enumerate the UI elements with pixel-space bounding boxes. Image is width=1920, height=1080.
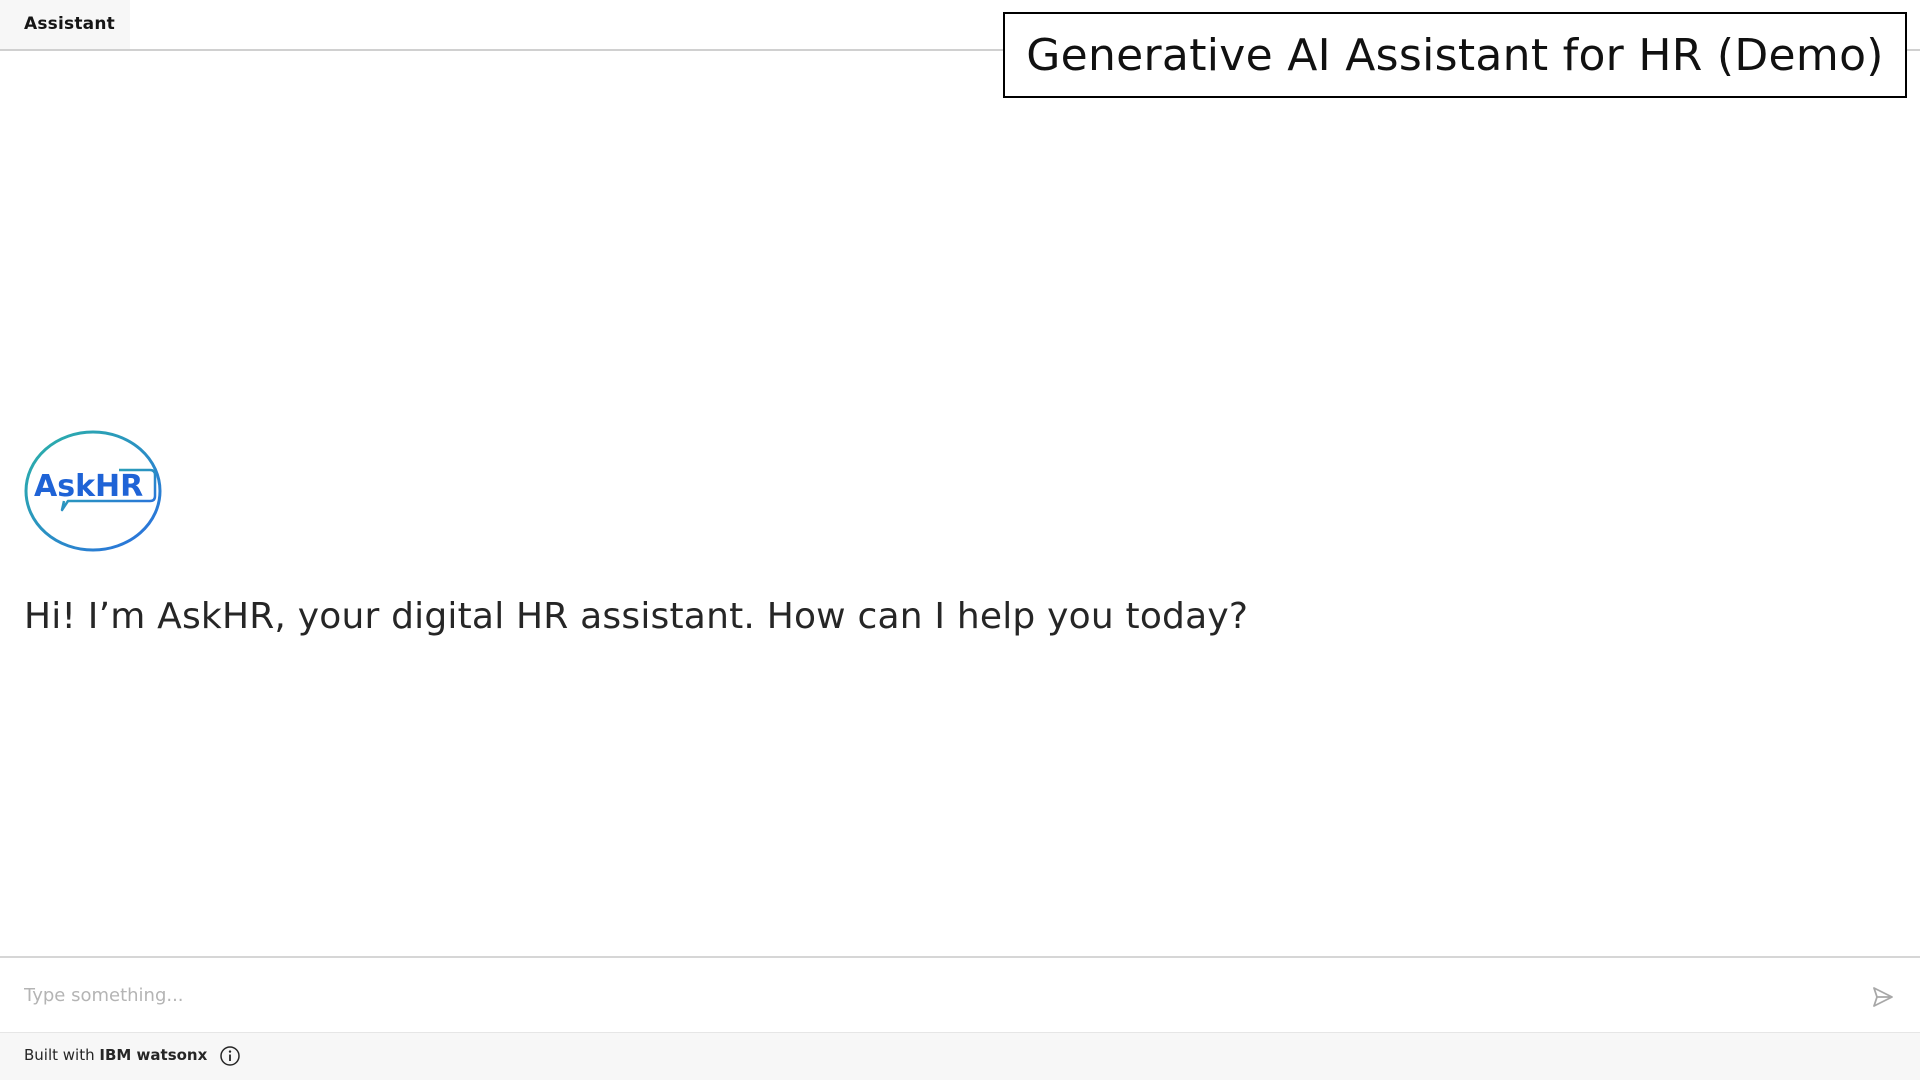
demo-caption-box: Generative AI Assistant for HR (Demo) xyxy=(1003,12,1907,98)
header-tab: Assistant xyxy=(0,0,130,49)
send-icon xyxy=(1873,987,1893,1007)
askhr-logo-icon: AskHR xyxy=(24,430,162,552)
footer-text: Built with IBM watsonx xyxy=(24,1046,207,1064)
askhr-logo-text: AskHR xyxy=(34,469,143,504)
assistant-window: Assistant Generative AI Assistant for HR… xyxy=(0,0,1920,1080)
footer: Built with IBM watsonx xyxy=(0,1032,1920,1080)
footer-brand: IBM watsonx xyxy=(99,1046,208,1064)
message-input-area xyxy=(0,956,1920,1032)
send-button[interactable] xyxy=(1870,984,1896,1010)
footer-built-with: Built with xyxy=(24,1046,95,1064)
header-title: Assistant xyxy=(24,14,115,34)
message-input[interactable] xyxy=(22,972,1846,1018)
demo-caption-text: Generative AI Assistant for HR (Demo) xyxy=(1026,29,1884,81)
assistant-greeting-message: Hi! I’m AskHR, your digital HR assistant… xyxy=(24,596,1249,637)
askhr-avatar: AskHR xyxy=(24,430,162,552)
info-icon[interactable] xyxy=(219,1045,241,1067)
